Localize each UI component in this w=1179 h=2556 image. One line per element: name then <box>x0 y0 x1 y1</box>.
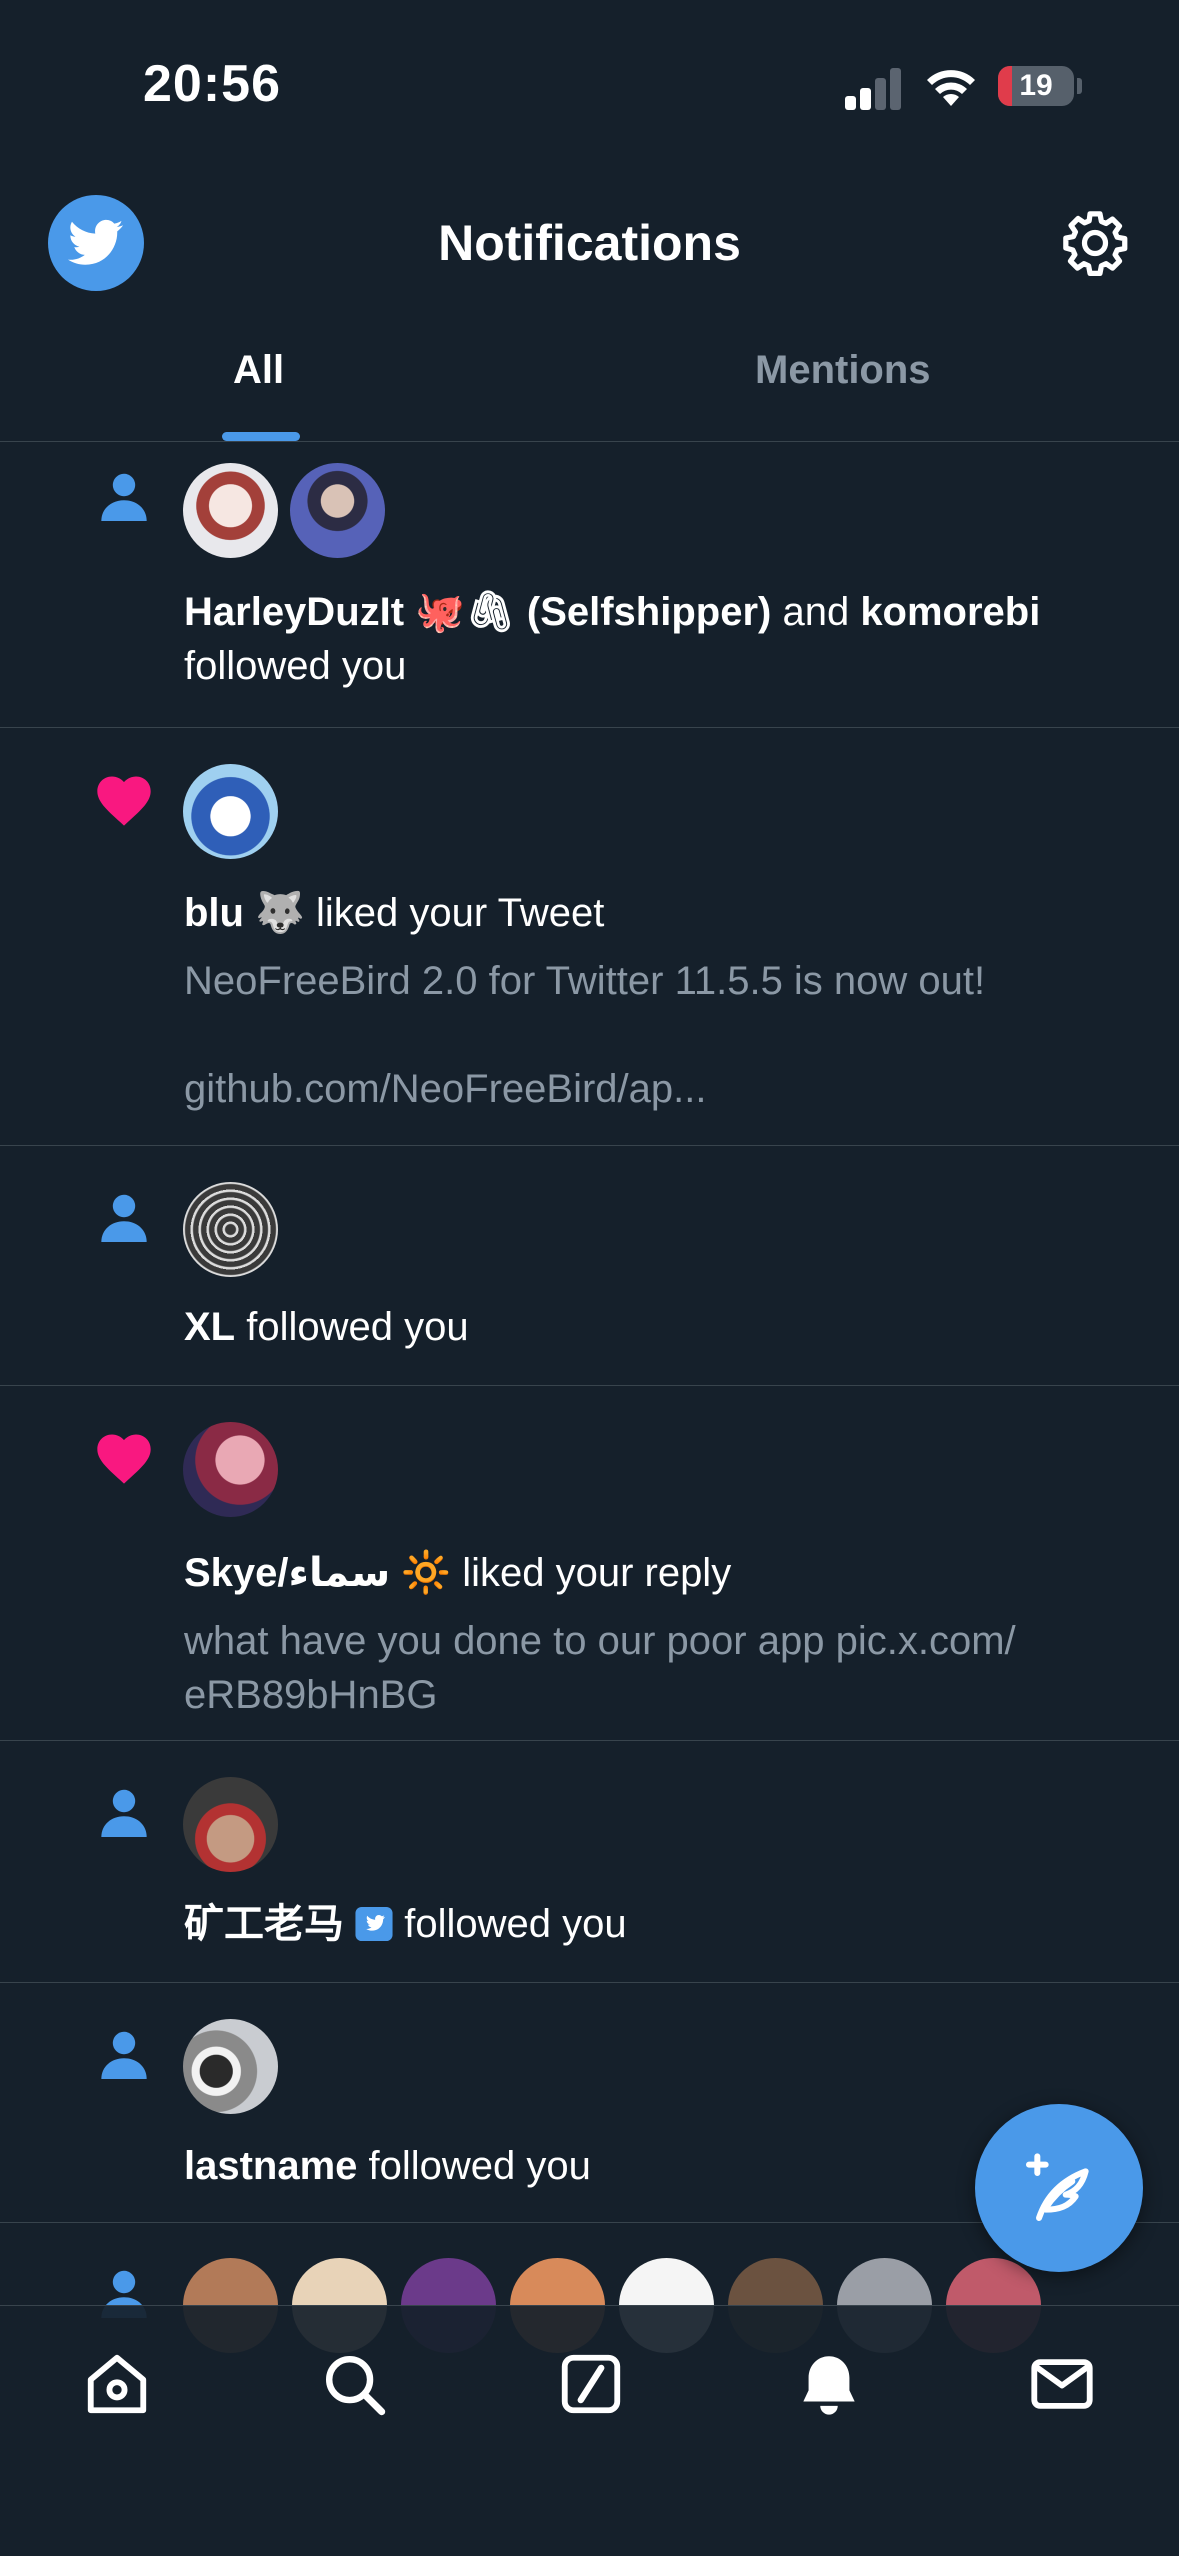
compose-feather-icon <box>1026 2153 1089 2221</box>
status-bar: 20:56 19 <box>0 0 1179 170</box>
avatar[interactable] <box>183 1777 278 1872</box>
notification-text: HarleyDuzIt 🐙🖇 (Selfshipper) and komoreb… <box>184 585 1139 693</box>
tab-mentions[interactable]: Mentions <box>755 348 931 393</box>
battery-icon: 19 <box>998 66 1074 106</box>
notification-item[interactable]: XL followed you <box>0 1146 1179 1386</box>
action-text: followed you <box>393 1902 627 1946</box>
nav-messages[interactable] <box>1024 2346 1100 2422</box>
user-name[interactable]: XL <box>184 1305 235 1349</box>
avatar[interactable] <box>183 1422 278 1517</box>
avatar[interactable] <box>183 2019 278 2114</box>
nav-notifications[interactable] <box>791 2346 867 2422</box>
bottom-navigation <box>0 2305 1179 2556</box>
tweet-link[interactable]: github.com/NeoFreeBird/ap... <box>184 1062 1109 1116</box>
wifi-icon <box>927 70 975 106</box>
battery-tip <box>1077 78 1082 94</box>
notification-text: 矿工老马 followed you <box>184 1897 1139 1951</box>
heart-icon <box>97 776 151 826</box>
connector-text: and <box>771 590 861 634</box>
notification-item[interactable]: HarleyDuzIt 🐙🖇 (Selfshipper) and komoreb… <box>0 443 1179 728</box>
grok-icon <box>561 2354 621 2414</box>
user-name[interactable]: Skye/سماء 🔆 <box>184 1551 451 1595</box>
bell-icon <box>803 2356 855 2415</box>
notification-text: Skye/سماء 🔆 liked your reply <box>184 1546 1139 1600</box>
reply-text-line1: what have you done to our poor app pic.x… <box>184 1619 1016 1663</box>
action-text: liked your Tweet <box>304 891 605 935</box>
gear-icon <box>1063 211 1128 276</box>
notification-tabs: All Mentions <box>0 330 1179 442</box>
avatar[interactable] <box>290 463 385 558</box>
nav-grok[interactable] <box>553 2346 629 2422</box>
page-title: Notifications <box>438 215 741 271</box>
person-icon <box>101 2031 147 2079</box>
compose-tweet-button[interactable] <box>975 2104 1143 2272</box>
nav-home[interactable] <box>79 2346 155 2422</box>
action-text: followed you <box>184 644 407 688</box>
notification-text: XL followed you <box>184 1300 1139 1354</box>
notification-item[interactable]: 矿工老马 followed you <box>0 1741 1179 1983</box>
user-name[interactable]: 矿工老马 <box>184 1902 344 1946</box>
top-header: Notifications <box>0 180 1179 310</box>
battery-percent: 19 <box>1019 69 1053 102</box>
home-icon <box>87 2354 147 2414</box>
mail-icon <box>1031 2359 1093 2409</box>
action-text: liked your reply <box>451 1551 732 1595</box>
reply-text-line2: eRB89bHnBG <box>184 1673 438 1717</box>
notification-item[interactable]: Skye/سماء 🔆 liked your reply what have y… <box>0 1386 1179 1741</box>
user-name[interactable]: lastname <box>184 2144 357 2188</box>
cellular-signal-icon <box>845 66 905 110</box>
user-name[interactable]: blu 🐺 <box>184 891 305 935</box>
active-tab-indicator <box>222 432 300 441</box>
avatar[interactable] <box>183 1182 278 1277</box>
status-time: 20:56 <box>143 55 281 113</box>
heart-icon <box>97 1434 151 1484</box>
settings-button[interactable] <box>1060 208 1130 278</box>
user-name[interactable]: komorebi <box>860 590 1040 634</box>
notification-text: blu 🐺 liked your Tweet <box>184 886 1139 940</box>
action-text: followed you <box>235 1305 469 1349</box>
tweet-preview: NeoFreeBird 2.0 for Twitter 11.5.5 is no… <box>184 959 986 1003</box>
nav-search[interactable] <box>316 2346 392 2422</box>
reply-preview: what have you done to our poor app pic.x… <box>184 1614 1109 1722</box>
person-icon <box>101 1194 147 1242</box>
notification-item[interactable]: blu 🐺 liked your Tweet NeoFreeBird 2.0 f… <box>0 728 1179 1146</box>
tab-all[interactable]: All <box>233 348 284 393</box>
person-icon <box>101 1789 147 1837</box>
action-text: followed you <box>357 2144 591 2188</box>
twitter-badge-icon <box>355 1907 393 1941</box>
avatar[interactable] <box>183 764 278 859</box>
avatar[interactable] <box>183 463 278 558</box>
person-icon <box>101 473 147 521</box>
search-icon <box>326 2356 386 2416</box>
user-name[interactable]: HarleyDuzIt 🐙🖇 (Selfshipper) <box>184 590 771 634</box>
